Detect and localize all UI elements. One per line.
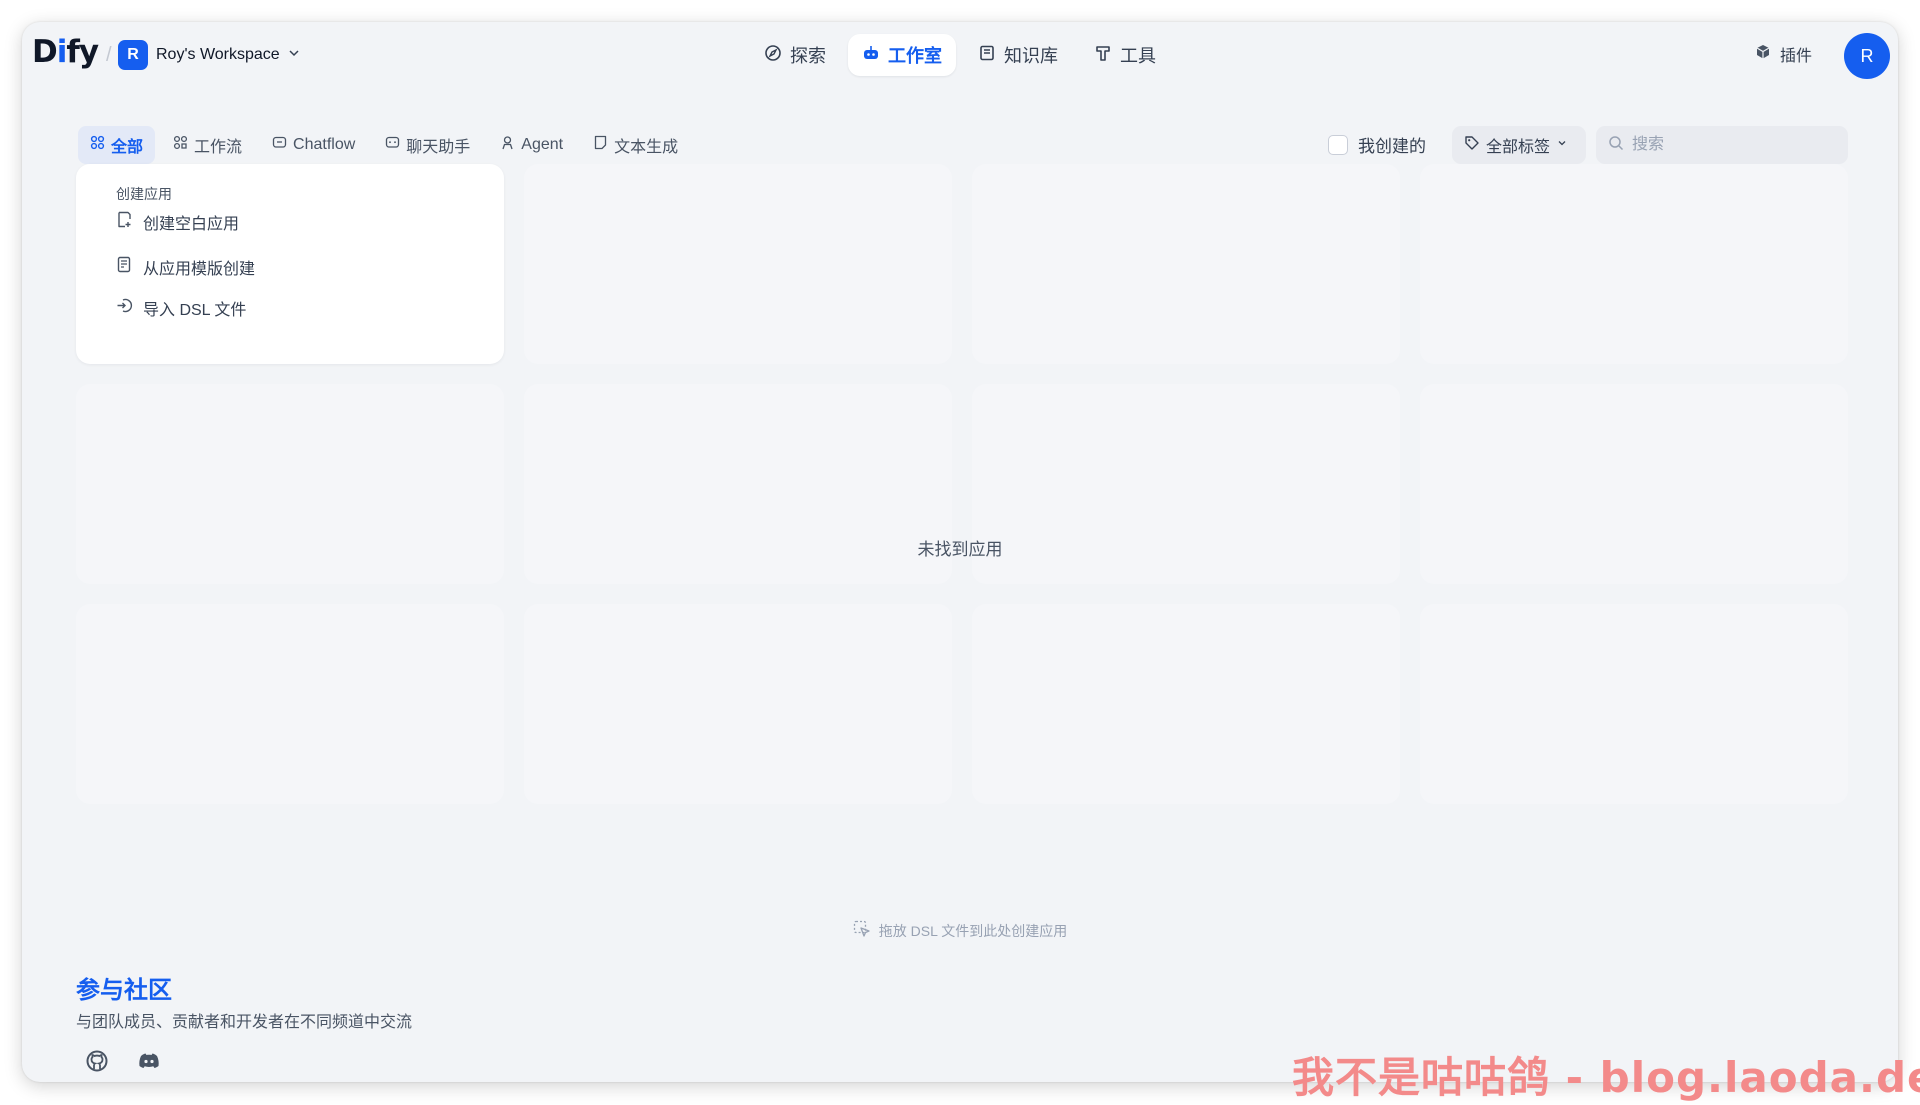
- tab-agent[interactable]: Agent: [488, 126, 575, 164]
- tab-workflow[interactable]: 工作流: [161, 126, 254, 164]
- nav-knowledge[interactable]: 知识库: [964, 34, 1072, 76]
- nav-studio[interactable]: 工作室: [848, 34, 956, 76]
- created-by-me-filter[interactable]: 我创建的: [1328, 132, 1426, 157]
- app-type-tabs: 全部 工作流 Chatflow 聊天助手 Agent 文本生成: [78, 126, 690, 164]
- template-icon: [116, 256, 133, 278]
- placeholder-card: [972, 604, 1400, 804]
- tab-chat-assistant[interactable]: 聊天助手: [373, 126, 482, 164]
- breadcrumb-separator: /: [106, 44, 112, 66]
- tab-label: Chatflow: [293, 136, 356, 153]
- tab-label: 全部: [111, 139, 144, 156]
- placeholder-card: [76, 604, 504, 804]
- discord-icon[interactable]: [136, 1048, 162, 1074]
- grid-icon: [90, 135, 105, 155]
- nav-label: 知识库: [1004, 46, 1058, 66]
- empty-state-text: 未找到应用: [917, 540, 1003, 559]
- create-item-label: 创建空白应用: [143, 216, 240, 233]
- created-by-me-label: 我创建的: [1358, 137, 1426, 156]
- placeholder-card: [524, 164, 952, 364]
- placeholder-card: [972, 164, 1400, 364]
- drag-drop-icon: [853, 920, 871, 941]
- nav-label: 工具: [1120, 46, 1156, 66]
- tab-all[interactable]: 全部: [78, 126, 156, 164]
- create-item-label: 导入 DSL 文件: [143, 302, 247, 319]
- tab-label: 文本生成: [614, 139, 679, 156]
- top-header: Dify / R Roy's Workspace 探索 工作室 知识库 工具 插…: [22, 22, 1898, 90]
- logo-letter: D: [32, 34, 58, 70]
- create-app-title: 创建应用: [116, 186, 172, 202]
- logo-letter: i: [56, 34, 68, 70]
- import-icon: [116, 297, 133, 319]
- nav-label: 探索: [790, 46, 826, 66]
- workflow-icon: [173, 135, 188, 155]
- robot-icon: [862, 44, 880, 67]
- tab-label: 聊天助手: [406, 139, 471, 156]
- workspace-name: Roy's Workspace: [156, 46, 280, 63]
- community-subtitle: 与团队成员、贡献者和开发者在不同频道中交流: [76, 1014, 413, 1031]
- tab-label: 工作流: [194, 139, 243, 156]
- tags-label: 全部标签: [1486, 139, 1551, 156]
- workspace-avatar: R: [118, 40, 148, 70]
- created-by-me-checkbox[interactable]: [1328, 134, 1348, 155]
- import-dsl-button[interactable]: 导入 DSL 文件: [116, 296, 246, 320]
- cube-icon: [1754, 43, 1772, 66]
- placeholder-card: [1420, 604, 1848, 804]
- create-item-label: 从应用模版创建: [143, 261, 256, 278]
- community-title: 参与社区: [76, 977, 172, 1004]
- list-fade: [62, 862, 1862, 922]
- tag-icon: [1464, 135, 1480, 156]
- create-from-template-button[interactable]: 从应用模版创建: [116, 255, 255, 279]
- workspace-switcher[interactable]: R Roy's Workspace: [118, 40, 300, 70]
- nav-label: 工作室: [888, 46, 942, 66]
- hammer-icon: [1094, 44, 1112, 67]
- nav-explore[interactable]: 探索: [750, 34, 840, 76]
- plugin-button[interactable]: 插件: [1754, 42, 1812, 66]
- tags-dropdown[interactable]: 全部标签: [1452, 126, 1586, 164]
- user-avatar[interactable]: R: [1844, 33, 1890, 79]
- logo-letter: fy: [66, 34, 99, 70]
- chevron-down-icon: [288, 46, 300, 64]
- community-links: [84, 1048, 162, 1074]
- document-icon: [593, 135, 608, 155]
- placeholder-card: [524, 604, 952, 804]
- nav-tools[interactable]: 工具: [1080, 34, 1170, 76]
- plugin-label: 插件: [1780, 48, 1813, 65]
- watermark: 我不是咕咕鸽 - blog.laoda.de: [1292, 1053, 1920, 1102]
- app-window: Dify / R Roy's Workspace 探索 工作室 知识库 工具 插…: [22, 22, 1898, 1082]
- compass-icon: [764, 44, 782, 67]
- search-icon: [1608, 135, 1624, 156]
- chat-icon: [385, 135, 400, 155]
- search-box[interactable]: [1596, 126, 1848, 164]
- placeholder-card: [1420, 164, 1848, 364]
- drop-hint-label: 拖放 DSL 文件到此处创建应用: [878, 922, 1068, 939]
- github-icon[interactable]: [84, 1048, 110, 1074]
- dify-logo[interactable]: Dify: [32, 34, 99, 70]
- chevron-down-icon: [1556, 136, 1568, 154]
- agent-icon: [500, 135, 515, 155]
- create-blank-app-button[interactable]: 创建空白应用: [116, 210, 239, 234]
- book-icon: [978, 44, 996, 67]
- tab-label: Agent: [521, 136, 564, 153]
- blank-file-icon: [116, 211, 133, 233]
- dsl-drop-hint: 拖放 DSL 文件到此处创建应用: [22, 920, 1898, 941]
- chatflow-icon: [272, 135, 287, 155]
- main-nav: 探索 工作室 知识库 工具: [750, 34, 1170, 76]
- tab-text-generation[interactable]: 文本生成: [581, 126, 690, 164]
- create-app-card: 创建应用 创建空白应用 从应用模版创建 导入 DSL 文件: [76, 164, 504, 364]
- search-input[interactable]: [1630, 135, 1834, 155]
- tab-chatflow[interactable]: Chatflow: [260, 126, 367, 164]
